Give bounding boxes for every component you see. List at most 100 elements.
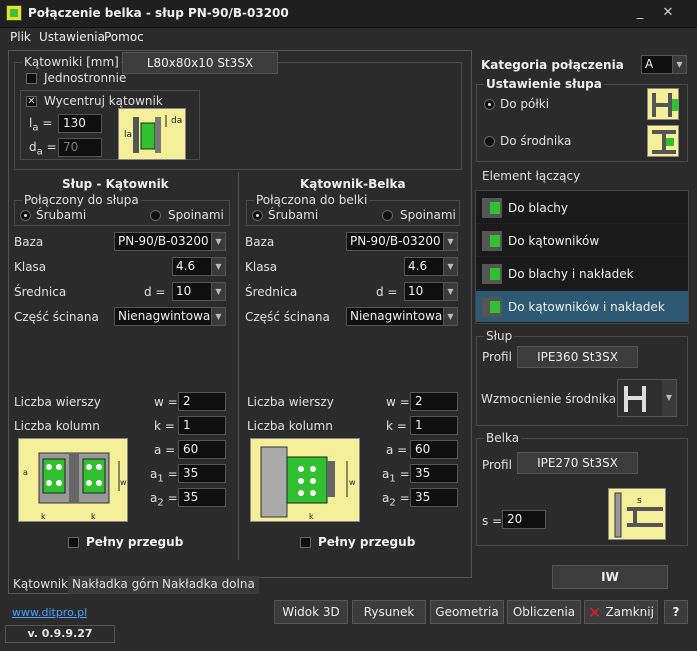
do-srodnika-radio[interactable] [484,136,495,147]
slup-w-input[interactable]: 2 [178,392,226,411]
menu-pomoc[interactable]: Pomoc [104,30,144,44]
widok3d-button[interactable]: Widok 3D [274,600,348,624]
belka-a-label: a = [386,443,408,457]
slup-srubami-radio[interactable] [20,210,31,221]
belka-baza-select[interactable]: PN-90/B-03200 ▼ [346,232,458,251]
jednostronnie-checkbox[interactable] [26,73,37,84]
tab-nakladka-dolna[interactable]: Nakładka dolna [158,576,259,594]
slup-a-input[interactable]: 60 [178,440,226,459]
belka-srubami-radio[interactable] [252,210,263,221]
slup-profil-button[interactable]: IPE360 St3SX [517,346,638,368]
belka-spoinami-label: Spoinami [400,208,456,222]
belka-a2-input[interactable]: 35 [410,488,458,507]
list-item-do-katownikow[interactable]: Do kątowników [476,225,688,257]
belka-spoinami-radio[interactable] [382,210,393,221]
menu-plik[interactable]: Plik [10,30,31,44]
belka-d-label: d = [376,285,398,299]
minimize-icon[interactable]: _ [628,4,652,22]
katownik-belka-title: Kątownik-Belka [300,177,406,191]
slup-klasa-select[interactable]: 4.6 ▼ [172,257,226,276]
belka-profil-button[interactable]: IPE270 St3SX [517,452,638,474]
slup-group-label: Słup [484,329,515,343]
svg-text:w: w [349,478,356,487]
s-input[interactable]: 20 [502,510,546,529]
belka-klasa-select[interactable]: 4.6 ▼ [404,257,458,276]
kategoria-select[interactable]: A ▼ [641,55,687,74]
list-item-do-blachy[interactable]: Do blachy [476,192,688,224]
close-icon[interactable]: ✕ [656,4,680,22]
svg-text:k: k [309,512,314,521]
svg-text:a: a [23,468,28,477]
wzmocnienie-select[interactable]: ▼ [617,379,677,417]
window-title: Połączenie belka - słup PN-90/B-03200 [28,6,289,20]
kategoria-value: A [645,57,654,71]
slup-profil-label: Profil [482,350,512,364]
la-input[interactable]: 130 [58,114,102,133]
slup-a2-label: a2 = [150,491,178,509]
svg-text:k: k [41,512,46,521]
chevron-down-icon: ▼ [211,283,225,300]
belka-czesc-label: Część ścinana [245,310,330,324]
column-divider [238,172,239,560]
svg-text:s: s [637,496,642,506]
slup-d-label: d = [144,285,166,299]
slup-srednica-select[interactable]: 10 ▼ [172,282,226,301]
help-button[interactable]: ? [664,600,688,624]
wycentruj-label: Wycentruj kątownik [44,94,163,108]
zamknij-label: Zamknij [605,605,654,619]
belka-d-value: 10 [408,284,424,298]
belka-wiersze-label: Liczba wierszy [247,395,334,409]
belka-bolt-diagram-icon: w k [260,446,356,521]
column-flange-icon [647,88,679,120]
belka-kolumn-label: Liczba kolumn [247,419,333,433]
rysunek-button[interactable]: Rysunek [352,600,426,624]
slup-klasa-value: 4.6 [176,259,196,273]
belka-baza-label: Baza [245,235,275,249]
belka-w-label: w = [386,395,410,409]
tab-katowniki[interactable]: Kątowniki [8,576,77,594]
jednostronnie-label: Jednostronnie [44,71,127,85]
slup-katownik-title: Słup - Kątownik [62,177,169,191]
do-srodnika-label: Do środnika [500,134,572,148]
kategoria-label: Kategoria połączenia [481,58,624,72]
belka-srednica-select[interactable]: 10 ▼ [404,282,458,301]
obliczenia-button[interactable]: Obliczenia [507,600,581,624]
element-label: Element łączący [482,169,581,183]
close-x-icon: ✕ [588,602,602,622]
slup-spoinami-radio[interactable] [150,210,161,221]
belka-gap-diagram: s [608,488,666,540]
list-item-do-blachy-i-nakladek[interactable]: Do blachy i nakładek [476,258,688,290]
do-polki-radio[interactable] [484,99,495,110]
slup-a1-label: a1 = [150,467,178,485]
belka-w-input[interactable]: 2 [410,392,458,411]
slup-a2-input[interactable]: 35 [178,488,226,507]
slup-a-label: a = [154,443,176,457]
website-link[interactable]: www.ditpro.pl [12,606,87,619]
angle-diagram: la da [118,108,186,160]
belka-k-input[interactable]: 1 [410,416,458,435]
slup-a1-input[interactable]: 35 [178,464,226,483]
belka-przegub-checkbox[interactable] [300,537,311,548]
beam-gap-icon: s [614,492,663,538]
column-web-icon [647,125,679,157]
iw-button[interactable]: IW [552,565,668,589]
tab-nakladka-gorna[interactable]: Nakładka górna [68,576,171,594]
menu-ustawienia[interactable]: Ustawienia [39,30,105,44]
katownik-profile-button[interactable]: L80x80x10 St3SX [122,52,278,74]
slup-czesc-select[interactable]: Nienagwintowana ▼ [114,307,226,326]
svg-text:w: w [120,478,127,487]
list-item-do-katownikow-i-nakladek[interactable]: Do kątowników i nakładek [476,291,688,323]
slup-przegub-checkbox[interactable] [68,537,79,548]
belka-a1-input[interactable]: 35 [410,464,458,483]
zamknij-button[interactable]: ✕ Zamknij [584,600,658,624]
geometria-button[interactable]: Geometria [430,600,504,624]
belka-czesc-select[interactable]: Nienagwintowana ▼ [346,307,458,326]
version-label: v. 0.9.9.27 [5,625,115,643]
slup-baza-select[interactable]: PN-90/B-03200 ▼ [114,232,226,251]
wycentruj-checkbox[interactable]: ✕ [26,96,37,107]
wzmocnienie-label: Wzmocnienie środnika [481,392,617,406]
slup-d-value: 10 [176,284,192,298]
chevron-down-icon: ▼ [443,308,457,325]
slup-k-input[interactable]: 1 [178,416,226,435]
belka-a-input[interactable]: 60 [410,440,458,459]
